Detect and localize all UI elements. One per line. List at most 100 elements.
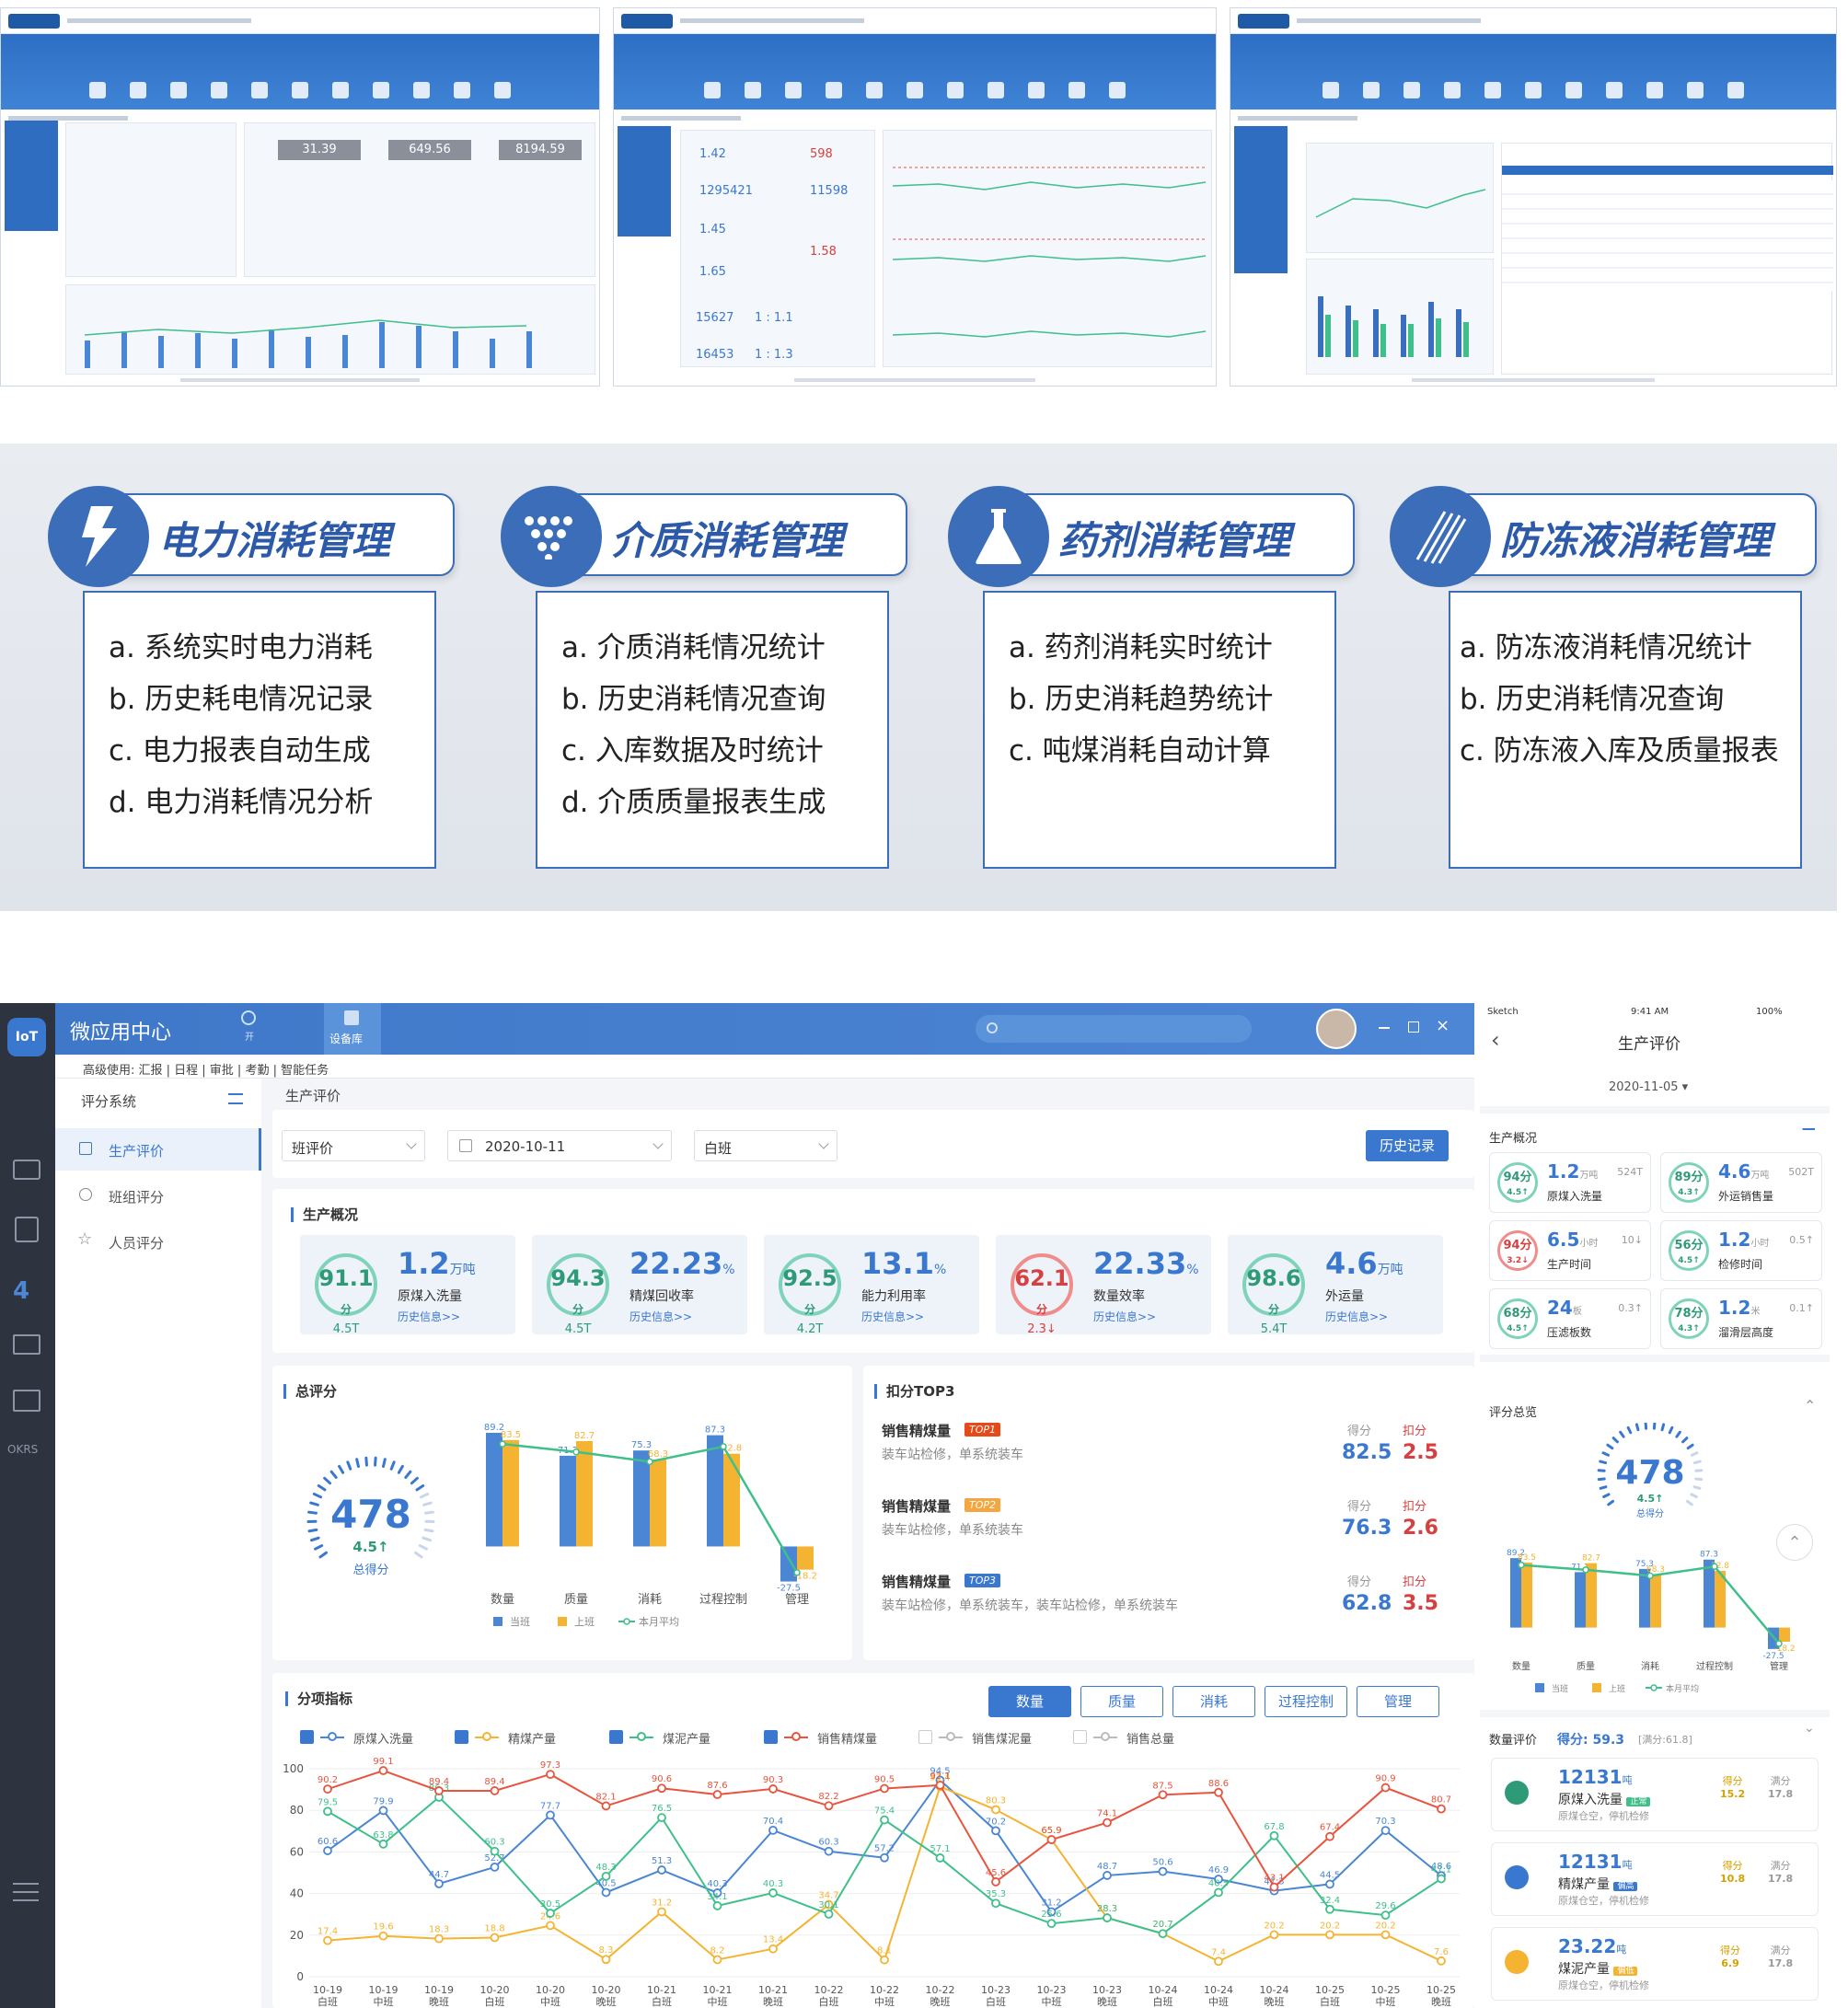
mobile-date-select[interactable]: 2020-11-05 ▾ (1609, 1080, 1688, 1094)
svg-text:478: 478 (1615, 1454, 1684, 1492)
point-label: 30.5 (540, 1899, 560, 1910)
kpi-history-link[interactable]: 历史信息>> (398, 1309, 460, 1324)
secondary-nav[interactable]: 高级使用: 汇报 | 日程 | 审批 | 考勤 | 智能任务 (55, 1055, 1474, 1079)
menu-icon[interactable] (13, 1883, 39, 1901)
series-point (991, 1826, 1000, 1836)
category-item: a. 药剂消耗实时统计 (1009, 631, 1273, 664)
point-label: 70.2 (986, 1817, 1006, 1827)
mobile-kpi-card[interactable]: 56分 4.5↑ 1.2小时 0.5↑ 检修时间 (1660, 1220, 1822, 1281)
category-item: c. 入库数据及时统计 (561, 734, 824, 767)
checkbox-icon (918, 1730, 932, 1744)
index-tab-button[interactable]: 质量 (1080, 1686, 1163, 1717)
sidebar-item-label: 人员评分 (109, 1235, 165, 1252)
point-label: 46.9 (1208, 1865, 1229, 1875)
series-point (490, 1846, 500, 1856)
mobile-kpi-card[interactable]: 78分 4.3↑ 1.2米 0.1↑ 溜滑层高度 (1660, 1288, 1822, 1349)
deduction-item[interactable]: 销售精煤量 TOP1 装车站检修，单系统装车 得分 扣分 82.5 2.5 (882, 1421, 1438, 1494)
kpi-card[interactable]: 91.1分 4.5T 1.2万吨 原煤入洗量 历史信息>> (300, 1235, 515, 1336)
mobile-kpi-card[interactable]: 89分 4.3↑ 4.6万吨 502T 外运销售量 (1660, 1152, 1822, 1213)
series-point (546, 1770, 555, 1780)
index-tab-button[interactable]: 过程控制 (1265, 1686, 1347, 1717)
deduction-item[interactable]: 销售精煤量 TOP2 装车站检修，单系统装车 得分 扣分 76.3 2.6 (882, 1496, 1438, 1570)
search-input[interactable] (976, 1015, 1252, 1043)
sidebar-item-label: 生产评价 (109, 1143, 165, 1160)
point-label: 89.4 (429, 1777, 449, 1787)
kpi-history-link[interactable]: 历史信息>> (1325, 1309, 1388, 1324)
gauge-tick (307, 1510, 318, 1515)
deduction-name: 销售精煤量 (882, 1498, 952, 1515)
top-tab-device-library[interactable]: 设备库 (324, 1003, 381, 1055)
kpi-card[interactable]: 98.6分 5.4T 4.6万吨 外运量 历史信息>> (1228, 1235, 1443, 1336)
mobile-qty-row[interactable]: 12131吨 精煤产量 偏高 原煤仓空，停机检修 得分 10.8 满分 17.8 (1491, 1842, 1819, 1916)
kpi-card[interactable]: 92.5分 4.2T 13.1% 能力利用率 历史信息>> (764, 1235, 979, 1336)
deduction-item[interactable]: 销售精煤量 TOP3 装车站检修，单系统装车，装车站检修，单系统装车 得分 扣分… (882, 1572, 1438, 1645)
okrs-label[interactable]: OKRS (7, 1443, 38, 1456)
evaluation-type-select[interactable]: 班评价 (282, 1130, 425, 1161)
mobile-kpi-card[interactable]: 94分 4.5↑ 1.2万吨 524T 原煤入洗量 (1489, 1152, 1651, 1213)
series-point (434, 1879, 444, 1888)
legend-swatch (1650, 1684, 1657, 1691)
kpi-score-ring: 62.1分 2.3↓ (1011, 1253, 1073, 1336)
kpi-history-link[interactable]: 历史信息>> (629, 1309, 692, 1324)
point-label: 76.5 (652, 1804, 672, 1814)
kpi-history-link[interactable]: 历史信息>> (1093, 1309, 1156, 1324)
history-button[interactable]: 历史记录 (1366, 1130, 1449, 1161)
series-point (991, 1805, 1000, 1815)
mobile-title: 生产评价 (1618, 1035, 1681, 1054)
mobile-qty-row[interactable]: 23.22吨 煤泥产量 偏低 原煤仓空，停机检修 得分 6.9 满分 17.8 (1491, 1927, 1819, 2001)
mobile-qty-row[interactable]: 12131吨 原煤入洗量 正常 原煤仓空，停机检修 得分 15.2 满分 17.8 (1491, 1758, 1819, 1831)
series-point (657, 1813, 666, 1823)
y-tick-label: 40 (290, 1887, 304, 1900)
back-icon[interactable]: ‹ (1491, 1027, 1500, 1053)
document-icon[interactable] (15, 1217, 39, 1242)
point-label: 34.7 (818, 1891, 838, 1901)
bar (1575, 1572, 1586, 1628)
app-center-icon[interactable]: 4 (13, 1277, 29, 1305)
index-tab-button[interactable]: 管理 (1357, 1686, 1439, 1717)
list-icon[interactable] (228, 1093, 243, 1104)
chat-icon[interactable] (13, 1160, 40, 1180)
avatar[interactable] (1316, 1009, 1357, 1049)
index-tab-button[interactable]: 消耗 (1172, 1686, 1255, 1717)
production-overview: 生产概况 91.1分 4.5T 1.2万吨 原煤入洗量 历史信息>> 94.3分 4… (272, 1189, 1474, 1353)
x-tick-label: 10-24 晚班 (1260, 1984, 1289, 2008)
point-label: 80.7 (1431, 1795, 1451, 1806)
mail-icon[interactable] (13, 1334, 40, 1355)
chevron-toggle-icon[interactable]: ⌄ (1804, 1721, 1815, 1736)
gauge-tick (309, 1501, 319, 1506)
series-point (1103, 1871, 1112, 1880)
bar (1586, 1563, 1597, 1628)
top-tab-label[interactable]: 开 (245, 1029, 254, 1043)
series-point (880, 1783, 889, 1794)
close-icon[interactable]: × (1436, 1016, 1450, 1035)
app-logo: IoT (7, 1018, 46, 1056)
sidebar-item-team[interactable]: 班组评分 (55, 1174, 261, 1217)
maximize-icon[interactable] (1408, 1021, 1419, 1033)
series-point (1269, 1930, 1279, 1940)
date-picker[interactable]: 2020-10-11 (447, 1130, 672, 1161)
toggle-icon[interactable] (241, 1010, 256, 1025)
sidebar-item-production[interactable]: 生产评价 (55, 1128, 261, 1171)
kpi-history-link[interactable]: 历史信息>> (861, 1309, 924, 1324)
category-items: a. 防冻液消耗情况统计 b. 历史消耗情况查询 c. 防冻液入库及质量报表 (1449, 591, 1802, 869)
mobile-kpi-card[interactable]: 94分 3.2↓ 6.5小时 10↓ 生产时间 (1489, 1220, 1651, 1281)
deduction-score: 76.3 (1342, 1517, 1392, 1540)
deduction-desc: 装车站检修，单系统装车 (882, 1448, 1023, 1462)
filter-icon[interactable] (1802, 1128, 1815, 1139)
index-tab-button[interactable]: 数量 (988, 1686, 1071, 1717)
series-point (1380, 1930, 1391, 1940)
status-battery: 100% (1756, 1007, 1783, 1017)
thumb2-value: 16453 (696, 348, 734, 362)
deduction-value: 2.5 (1403, 1441, 1438, 1464)
chevron-up-icon[interactable]: ⌃ (1804, 1397, 1816, 1414)
sidebar-item-staff[interactable]: ☆ 人员评分 (55, 1220, 261, 1263)
folder-icon[interactable] (13, 1390, 40, 1412)
minimize-icon[interactable] (1379, 1027, 1390, 1029)
mobile-kpi-card[interactable]: 68分 4.5↑ 24板 0.3↑ 压滤板数 (1489, 1288, 1651, 1349)
legend-label: 本月平均 (639, 1615, 679, 1628)
kpi-card[interactable]: 62.1分 2.3↓ 22.33% 数量效率 历史信息>> (996, 1235, 1211, 1336)
shift-select[interactable]: 白班 (694, 1130, 837, 1161)
kpi-card[interactable]: 94.3分 4.5T 22.23% 精煤回收率 历史信息>> (532, 1235, 747, 1336)
thumb-up-icon (79, 1142, 92, 1155)
gauge-tick (422, 1501, 433, 1506)
